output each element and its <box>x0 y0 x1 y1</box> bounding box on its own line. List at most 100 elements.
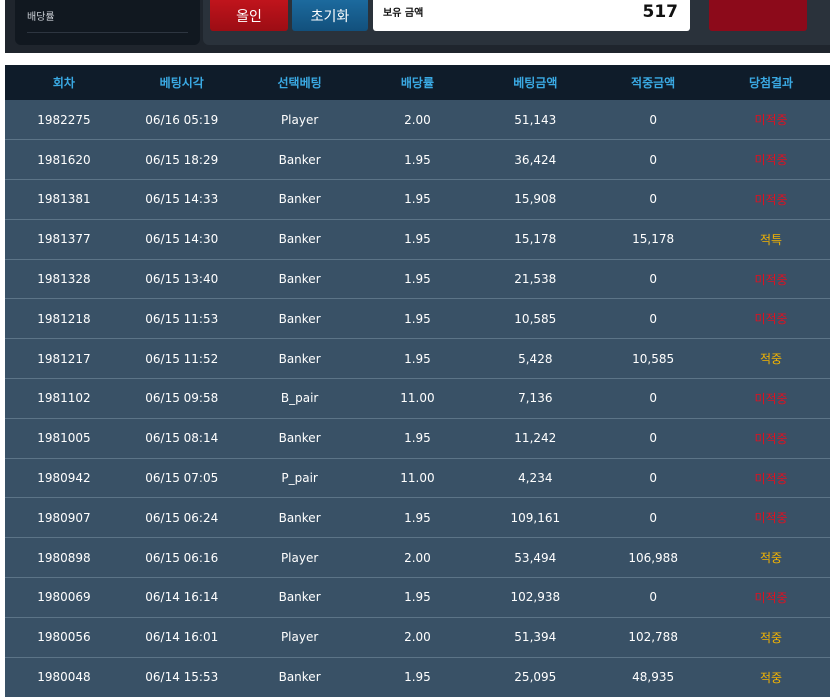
reset-button[interactable]: 초기화 <box>292 0 368 31</box>
table-row: 1980056 06/14 16:01 Player 2.00 51,394 102,78… <box>5 616 830 658</box>
page-root: 배당률 올인 초기화 보유 금액 517 회차 베팅시각 선택베팅 배당률 베팅… <box>0 0 835 700</box>
odds-box: 배당률 <box>15 0 200 45</box>
odds-cell: 11.00 <box>358 457 477 498</box>
balance-label: 보유 금액 <box>383 8 424 19</box>
result-cell: 미적중 <box>712 139 830 180</box>
odds-cell: 2.00 <box>358 616 477 658</box>
bet-amount-cell: 25,095 <box>476 656 595 697</box>
result-cell: 미적중 <box>754 113 788 128</box>
table-row: 1980898 06/15 06:16 Player 2.00 53,494 106,98… <box>5 537 830 578</box>
odds-cell: 1.95 <box>358 218 477 260</box>
bet-choice-cell: Banker <box>240 179 359 220</box>
odds-cell: 1.95 <box>358 497 477 538</box>
header-odds: 배당률 <box>400 76 435 90</box>
bet-choice-cell: Banker <box>240 218 359 260</box>
bet-amount-cell: 21,538 <box>476 258 595 299</box>
round-cell: 1981217 <box>5 338 123 379</box>
bet-choice-cell: Banker <box>240 656 359 697</box>
all-in-button[interactable]: 올인 <box>210 0 288 31</box>
win-amount-cell: 10,585 <box>594 338 713 379</box>
bet-amount-cell: 36,424 <box>476 139 595 180</box>
bet-submit-button[interactable] <box>709 0 807 31</box>
bet-amount-cell: 15,908 <box>476 179 595 220</box>
bet-time-cell: 06/15 13:40 <box>122 258 241 299</box>
bet-time-cell: 06/15 08:14 <box>122 417 241 459</box>
table-row: 1982275 06/16 05:19 Player 2.00 51,143 0 미적중 <box>5 100 830 140</box>
win-amount-cell: 0 <box>594 179 713 220</box>
round-cell: 1980056 <box>5 616 123 658</box>
odds-divider <box>27 32 188 33</box>
round-cell: 1980048 <box>5 656 123 697</box>
balance-box: 보유 금액 517 <box>373 0 690 31</box>
header-bet-choice: 선택베팅 <box>277 76 322 90</box>
round-cell: 1980898 <box>5 537 123 578</box>
win-amount-cell: 0 <box>594 378 713 419</box>
table-body: 1982275 06/16 05:19 Player 2.00 51,143 0 미적중 19… <box>5 100 830 697</box>
round-cell: 1980069 <box>5 577 123 618</box>
bet-amount-cell: 5,428 <box>476 338 595 379</box>
bet-time-cell: 06/14 15:53 <box>122 656 241 697</box>
odds-cell: 11.00 <box>358 378 477 419</box>
bet-choice-cell: P_pair <box>240 457 359 498</box>
header-bet-amount: 베팅금액 <box>513 76 558 90</box>
result-cell: 미적중 <box>712 298 830 339</box>
table-row: 1980942 06/15 07:05 P_pair 11.00 4,234 0 미적중 <box>5 457 830 498</box>
bet-choice-cell: B_pair <box>240 378 359 419</box>
result-cell: 적특 <box>712 218 830 260</box>
odds-cell: 1.95 <box>358 139 477 180</box>
round-cell: 1981620 <box>5 139 123 180</box>
bet-time-cell: 06/15 18:29 <box>122 139 241 180</box>
bet-choice-cell: Player <box>280 112 319 127</box>
bet-time-cell: 06/15 06:24 <box>122 497 241 538</box>
result-cell: 미적중 <box>712 577 830 618</box>
bet-control-panel: 배당률 올인 초기화 보유 금액 517 <box>5 0 830 53</box>
table-row: 1981328 06/15 13:40 Banker 1.95 21,538 0 미적중 <box>5 258 830 299</box>
table-row: 1981377 06/15 14:30 Banker 1.95 15,178 15,178… <box>5 218 830 260</box>
win-amount-cell: 0 <box>594 298 713 339</box>
round-cell: 1981381 <box>5 179 123 220</box>
result-cell: 미적중 <box>712 457 830 498</box>
bet-time-cell: 06/15 06:16 <box>122 537 241 578</box>
odds-cell: 1.95 <box>358 417 477 459</box>
win-amount-cell: 15,178 <box>594 218 713 260</box>
bet-time-cell: 06/15 14:33 <box>122 179 241 220</box>
bet-amount-cell: 10,585 <box>476 298 595 339</box>
odds-cell: 1.95 <box>358 298 477 339</box>
table-row: 1981217 06/15 11:52 Banker 1.95 5,428 10,585 적… <box>5 338 830 379</box>
table-header-row: 회차 베팅시각 선택베팅 배당률 베팅금액 적중금액 당첨결과 <box>5 65 830 100</box>
table-row: 1981005 06/15 08:14 Banker 1.95 11,242 0 미적중 <box>5 417 830 459</box>
win-amount-cell: 0 <box>594 457 713 498</box>
bet-choice-cell: Banker <box>240 577 359 618</box>
odds-cell: 1.95 <box>358 179 477 220</box>
result-cell: 미적중 <box>712 497 830 538</box>
bet-time-cell: 06/15 09:58 <box>122 378 241 419</box>
win-amount-cell: 0 <box>649 112 657 127</box>
round-cell: 1981377 <box>5 218 123 260</box>
table-row: 1980069 06/14 16:14 Banker 1.95 102,938 0 미적중 <box>5 577 830 618</box>
table-row: 1981620 06/15 18:29 Banker 1.95 36,424 0 미적중 <box>5 139 830 180</box>
bet-history-table: 회차 베팅시각 선택베팅 배당률 베팅금액 적중금액 당첨결과 1982275 0… <box>5 65 830 697</box>
bet-time-cell: 06/15 11:53 <box>122 298 241 339</box>
bet-choice-cell: Banker <box>240 298 359 339</box>
bet-amount-cell: 7,136 <box>476 378 595 419</box>
bet-choice-cell: Banker <box>240 338 359 379</box>
header-win-amount: 적중금액 <box>631 76 676 90</box>
round-cell: 1982275 <box>37 112 91 127</box>
odds-label: 배당률 <box>27 12 55 23</box>
table-row: 1980048 06/14 15:53 Banker 1.95 25,095 48,935… <box>5 656 830 697</box>
table-row: 1981102 06/15 09:58 B_pair 11.00 7,136 0 미적중 <box>5 378 830 419</box>
header-result: 당첨결과 <box>748 76 794 90</box>
result-cell: 적중 <box>712 537 830 578</box>
bet-choice-cell: Banker <box>240 139 359 180</box>
bet-choice-cell: Player <box>240 537 359 578</box>
result-cell: 미적중 <box>712 417 830 459</box>
bet-time-cell: 06/15 11:52 <box>122 338 241 379</box>
header-round: 회차 <box>52 76 75 90</box>
win-amount-cell: 48,935 <box>594 656 713 697</box>
table-row: 1980907 06/15 06:24 Banker 1.95 109,161 0 미적중 <box>5 497 830 538</box>
result-cell: 적중 <box>712 616 830 658</box>
result-cell: 적중 <box>712 338 830 379</box>
win-amount-cell: 0 <box>594 258 713 299</box>
bet-choice-cell: Player <box>240 616 359 658</box>
odds-cell: 2.00 <box>404 112 431 127</box>
